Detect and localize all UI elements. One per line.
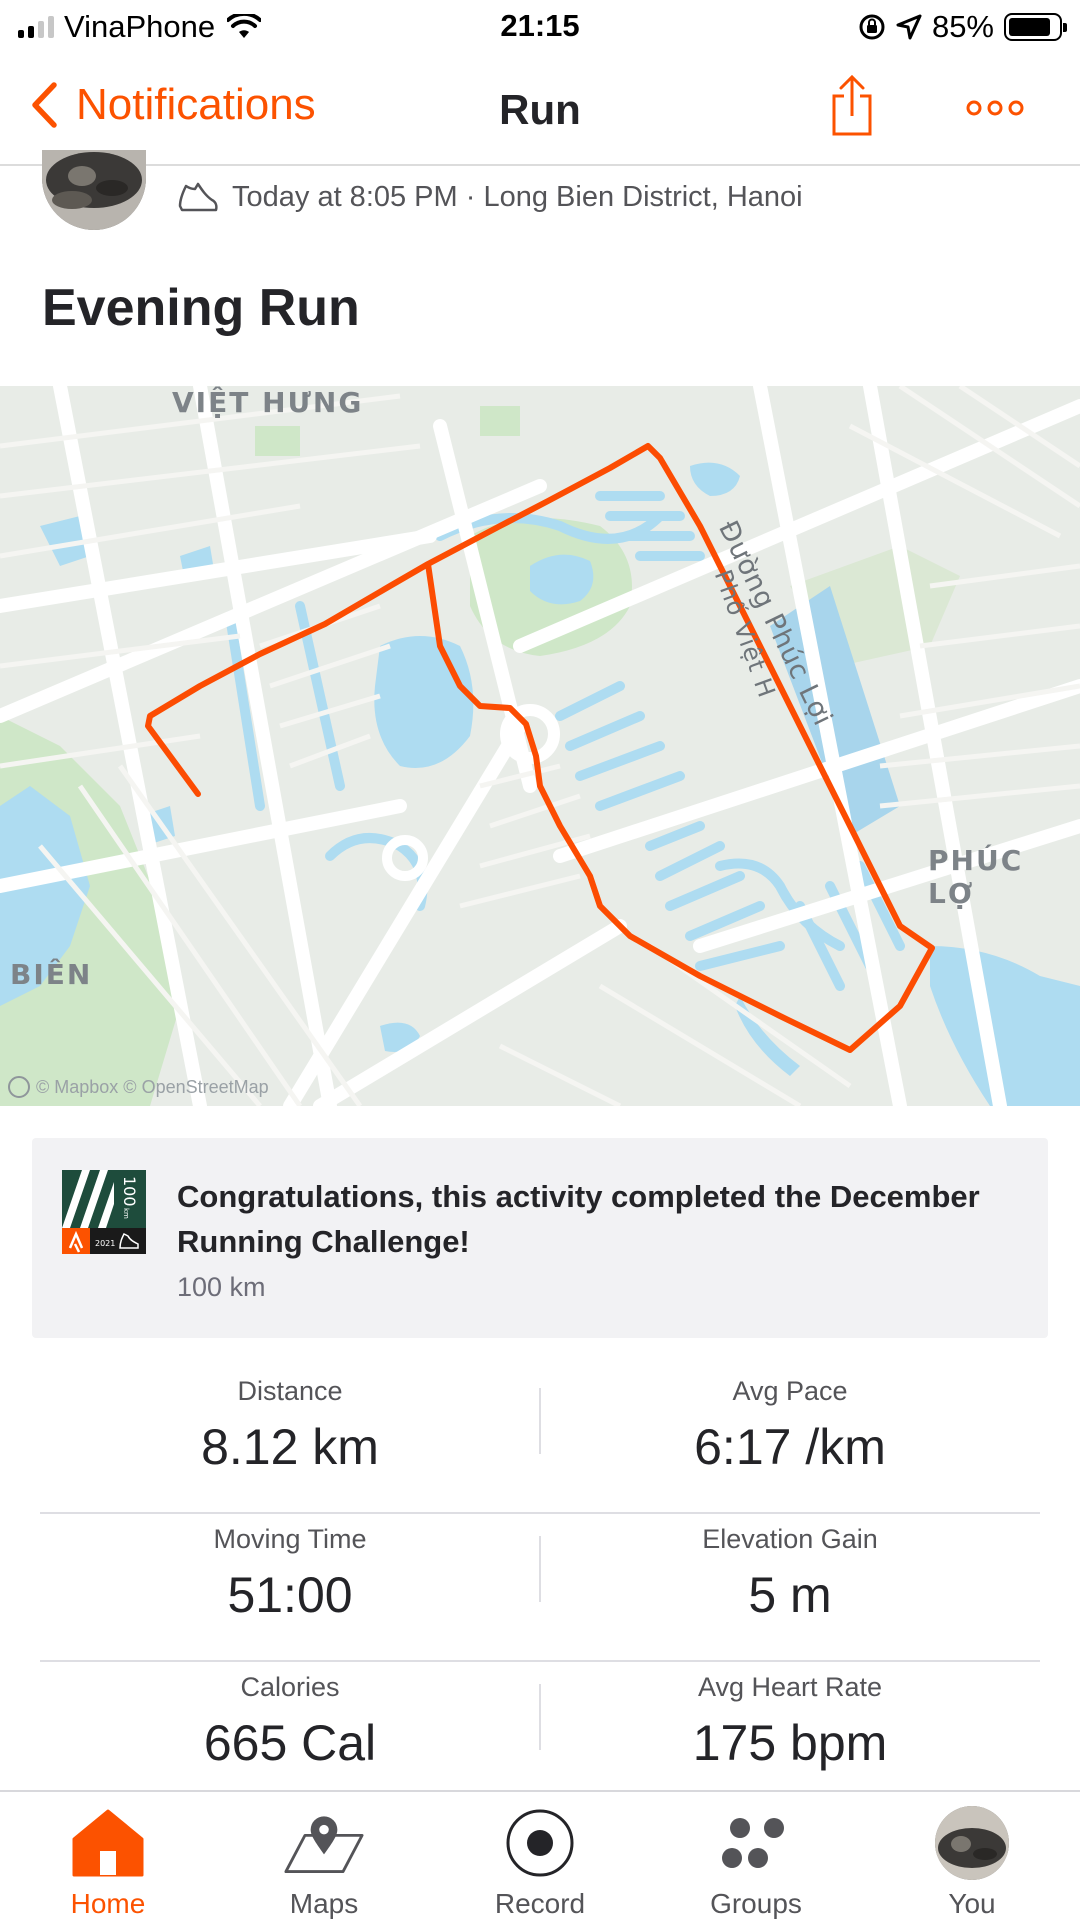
badge-distance-unit: km — [122, 1208, 130, 1219]
map-label-phuc-loi: PHÚC LỢ — [928, 844, 1024, 910]
tab-you[interactable]: You — [864, 1792, 1080, 1920]
stat-value: 6:17 /km — [694, 1419, 886, 1475]
tab-label: Record — [494, 1888, 586, 1919]
share-button[interactable] — [828, 74, 876, 143]
page-title: Run — [499, 86, 581, 133]
navigation-bar: Notifications Run — [0, 54, 1080, 166]
stat-value: 8.12 km — [201, 1419, 379, 1475]
stat-label: Avg Heart Rate — [697, 1672, 883, 1702]
stat-calories: Calories 665 Cal — [40, 1672, 540, 1772]
more-icon — [966, 100, 1024, 116]
badge-distance: 100 — [120, 1176, 139, 1207]
tab-label: You — [948, 1888, 996, 1919]
tab-label: Maps — [289, 1888, 359, 1919]
stats-row: Moving Time 51:00 Elevation Gain 5 m — [40, 1514, 1040, 1662]
stat-avg-heart-rate: Avg Heart Rate 175 bpm — [540, 1672, 1040, 1772]
map-label-bien: BIÊN — [10, 958, 93, 991]
tab-label: Groups — [710, 1888, 802, 1919]
route-map[interactable]: VIỆT HƯNG Đường Phúc Lợi Phố Việt H PHÚC… — [0, 386, 1080, 1106]
record-icon — [506, 1809, 574, 1877]
shoe-icon — [178, 182, 218, 212]
map-attribution-text: © Mapbox © OpenStreetMap — [36, 1076, 269, 1097]
location-arrow-icon — [896, 14, 922, 40]
stat-label: Avg Pace — [732, 1376, 848, 1406]
battery-percent: 85% — [931, 9, 994, 44]
stat-avg-pace: Avg Pace 6:17 /km — [540, 1376, 1040, 1476]
activity-title: Evening Run — [42, 279, 360, 337]
groups-icon — [722, 1818, 784, 1868]
map-label-viet-hung: VIỆT HƯNG — [172, 386, 364, 419]
stat-moving-time: Moving Time 51:00 — [40, 1524, 540, 1624]
mapbox-logo-icon — [8, 1076, 30, 1098]
home-icon — [72, 1809, 144, 1877]
orientation-lock-icon — [859, 14, 885, 40]
challenge-badge-icon: 100 km 2021 — [62, 1170, 146, 1254]
stat-label: Calories — [240, 1672, 340, 1702]
stat-value: 5 m — [748, 1567, 832, 1623]
challenge-card[interactable]: 100 km 2021 Congratulations, this activi… — [32, 1138, 1048, 1338]
status-right: 85% — [858, 8, 1067, 46]
activity-meta-text: Today at 8:05 PM · Long Bien District, H… — [232, 180, 803, 213]
badge-year: 2021 — [95, 1239, 115, 1248]
battery-icon — [1004, 13, 1067, 41]
stat-label: Elevation Gain — [702, 1524, 878, 1554]
tab-maps[interactable]: Maps — [216, 1792, 432, 1920]
stat-label: Moving Time — [213, 1524, 367, 1554]
challenge-distance: 100 km — [177, 1272, 266, 1302]
stat-distance: Distance 8.12 km — [40, 1376, 540, 1476]
tab-record[interactable]: Record — [432, 1792, 648, 1920]
maps-icon — [284, 1816, 364, 1873]
tab-bar: Home Maps Record Groups You — [0, 1790, 1080, 1920]
challenge-message: Congratulations, this activity completed… — [177, 1179, 980, 1259]
stats-row: Distance 8.12 km Avg Pace 6:17 /km — [40, 1366, 1040, 1514]
stat-elevation-gain: Elevation Gain 5 m — [540, 1524, 1040, 1624]
stat-value: 51:00 — [227, 1567, 353, 1623]
avatar — [935, 1806, 1009, 1880]
stats-grid: Distance 8.12 km Avg Pace 6:17 /km Movin… — [40, 1366, 1040, 1810]
tab-home[interactable]: Home — [0, 1792, 216, 1920]
tab-groups[interactable]: Groups — [648, 1792, 864, 1920]
activity-meta: Today at 8:05 PM · Long Bien District, H… — [176, 180, 803, 214]
share-icon — [832, 74, 872, 136]
athlete-avatar[interactable] — [42, 150, 146, 230]
stats-row: Calories 665 Cal Avg Heart Rate 175 bpm — [40, 1662, 1040, 1810]
more-button[interactable] — [966, 98, 1024, 123]
tab-label: Home — [70, 1888, 146, 1919]
status-bar: VinaPhone 21:15 85% — [0, 0, 1080, 54]
stat-label: Distance — [237, 1376, 343, 1406]
stat-value: 665 Cal — [203, 1715, 377, 1771]
map-base — [0, 386, 1080, 1106]
stat-value: 175 bpm — [692, 1715, 888, 1771]
map-attribution[interactable]: © Mapbox © OpenStreetMap — [8, 1076, 269, 1098]
